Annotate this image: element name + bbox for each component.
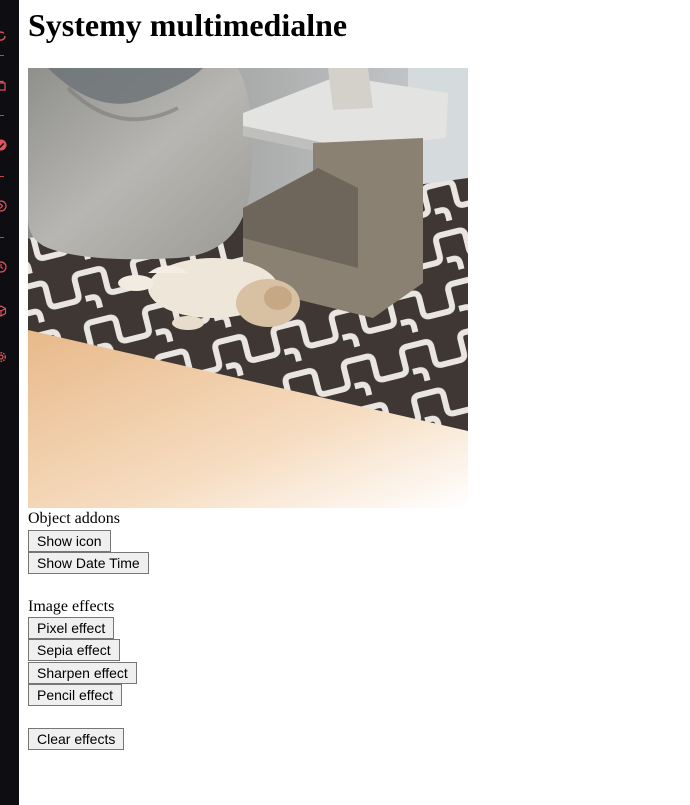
show-date-time-button[interactable]: Show Date Time bbox=[28, 552, 149, 574]
pixel-effect-button[interactable]: Pixel effect bbox=[28, 617, 115, 639]
sharpen-effect-button[interactable]: Sharpen effect bbox=[28, 662, 137, 684]
sepia-effect-button[interactable]: Sepia effect bbox=[28, 639, 120, 661]
pencil-effect-button[interactable]: Pencil effect bbox=[28, 684, 123, 706]
arrow-circle-icon[interactable] bbox=[0, 200, 7, 212]
side-separator bbox=[0, 115, 4, 116]
show-icon-button[interactable]: Show icon bbox=[28, 530, 111, 552]
clock-icon[interactable] bbox=[0, 261, 7, 273]
clear-effects-button[interactable]: Clear effects bbox=[28, 728, 125, 750]
refresh-icon[interactable] bbox=[0, 30, 7, 42]
cube-icon[interactable] bbox=[0, 305, 7, 317]
side-separator bbox=[0, 237, 4, 238]
page-title: Systemy multimedialne bbox=[28, 7, 348, 43]
bag-icon[interactable] bbox=[0, 79, 7, 91]
check-icon[interactable] bbox=[0, 139, 7, 151]
camera-frame-image bbox=[28, 68, 468, 508]
object-addons-label: Object addons bbox=[28, 510, 120, 527]
side-separator bbox=[0, 176, 4, 177]
camera-preview bbox=[28, 68, 468, 508]
gear-icon[interactable] bbox=[0, 351, 7, 363]
side-panel bbox=[0, 0, 19, 805]
side-separator bbox=[0, 55, 4, 56]
image-effects-label: Image effects bbox=[28, 598, 115, 615]
